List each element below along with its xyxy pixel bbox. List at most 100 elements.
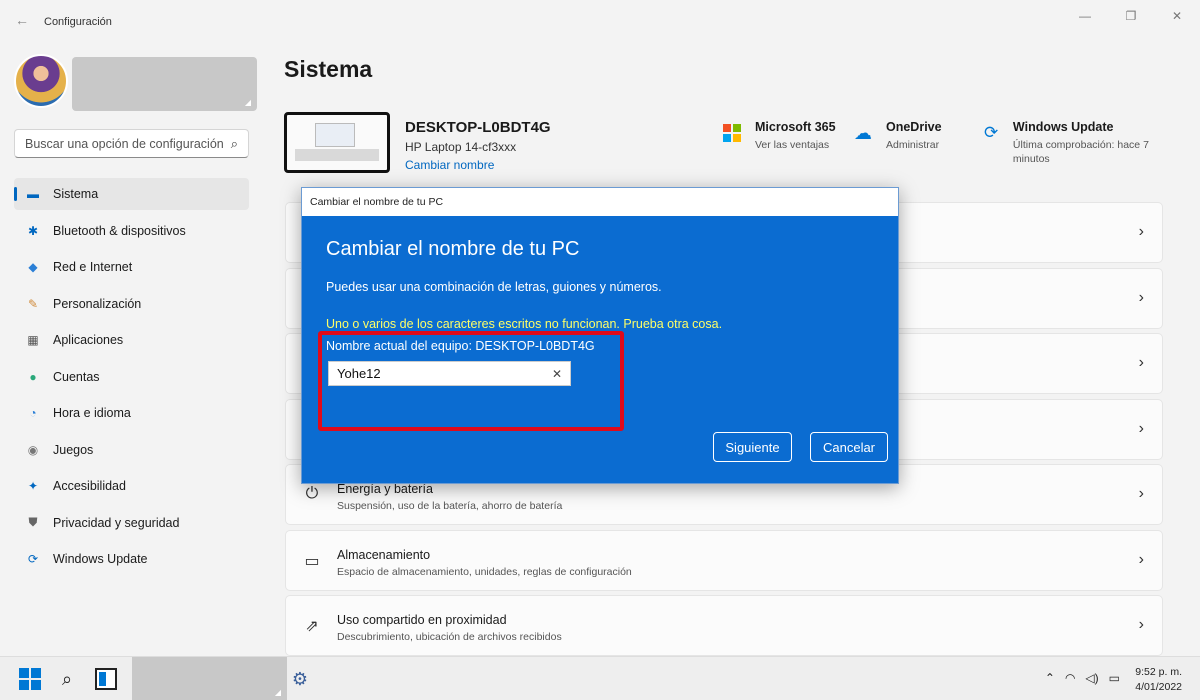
dialog-error-message: Uno o varios de los caracteres escritos … [326, 317, 723, 331]
bluetooth-icon: ✱ [27, 223, 39, 238]
person-icon: ● [29, 369, 37, 384]
sidebar-item-label: Accesibilidad [53, 479, 126, 493]
resize-grip-icon: ◢ [274, 688, 281, 697]
chevron-right-icon: › [1138, 616, 1144, 633]
close-icon[interactable]: ✕ [1154, 0, 1200, 32]
sidebar-item-accounts[interactable]: ● Cuentas [14, 361, 249, 393]
battery-icon[interactable]: ▭ [1109, 671, 1120, 685]
dialog-heading: Cambiar el nombre de tu PC [326, 238, 580, 260]
cloud-icon: ☁ [854, 123, 872, 143]
rename-link[interactable]: Cambiar nombre [405, 158, 494, 172]
clock-date: 4/01/2022 [1135, 681, 1182, 693]
power-icon: ⏻ [305, 485, 319, 502]
sidebar-item-network[interactable]: ◆ Red e Internet [14, 251, 249, 283]
device-model: HP Laptop 14-cf3xxx [405, 140, 517, 154]
sidebar-item-bluetooth[interactable]: ✱ Bluetooth & dispositivos [14, 215, 249, 247]
title-bar: ← Configuración — ❐ ✕ [0, 0, 1200, 44]
search-icon[interactable]: ⌕ [231, 136, 238, 152]
apps-icon: ▦ [27, 333, 39, 347]
highlight-annotation [318, 331, 624, 431]
wifi-icon: ◆ [28, 260, 38, 274]
quick-link-title: Microsoft 365 [755, 120, 836, 134]
update-icon: ⟳ [984, 123, 999, 142]
monitor-icon: ▬ [27, 187, 39, 201]
device-screen-shape [315, 123, 355, 147]
quick-link-microsoft365[interactable]: Microsoft 365 Ver las ventajas [723, 120, 836, 152]
sidebar-item-label: Cuentas [53, 369, 100, 384]
share-icon: ⇗ [305, 618, 319, 635]
card-subtitle: Suspensión, uso de la batería, ahorro de… [337, 500, 563, 512]
settings-gear-icon[interactable]: ⚙ [289, 668, 311, 690]
card-title: Almacenamiento [337, 547, 431, 562]
sidebar-item-sistema[interactable]: ▬ Sistema [14, 178, 249, 210]
storage-icon: ▭ [304, 552, 320, 570]
microsoft-logo-icon [723, 124, 745, 146]
taskbar: ⌕ ◢ ⚙ ⌃ ◠ ◁) ▭ 9:52 p. m. 4/01/2022 [0, 656, 1200, 700]
sidebar-item-label: Juegos [53, 442, 94, 457]
taskbar-apps-redacted[interactable]: ◢ [132, 657, 287, 700]
card-subtitle: Descubrimiento, ubicación de archivos re… [337, 631, 562, 643]
card-subtitle: Espacio de almacenamiento, unidades, reg… [337, 565, 632, 578]
sidebar-item-label: Sistema [53, 187, 99, 201]
sidebar-item-label: Personalización [53, 296, 142, 311]
maximize-icon[interactable]: ❐ [1108, 0, 1154, 32]
device-base-shape [295, 149, 379, 161]
quick-link-sub: Última comprobación: hace 7 minutos [1012, 139, 1149, 165]
device-name: DESKTOP-L0BDT4G [405, 119, 551, 136]
settings-card-storage[interactable]: ▭ Almacenamiento Espacio de almacenamien… [285, 529, 1163, 591]
accessibility-icon: ✦ [27, 479, 39, 493]
quick-link-onedrive[interactable]: ☁ OneDrive Administrar [854, 120, 942, 152]
sidebar-nav: ▬ Sistema ✱ Bluetooth & dispositivos ◆ R… [14, 178, 249, 580]
chevron-up-icon[interactable]: ⌃ [1045, 671, 1055, 685]
chevron-right-icon: › [1138, 485, 1144, 502]
start-icon[interactable] [19, 668, 41, 690]
quick-link-sub: Ver las ventajas [755, 139, 830, 151]
brush-icon: ✎ [27, 296, 39, 311]
back-arrow-icon[interactable]: ← [12, 12, 32, 28]
cancel-button[interactable]: Cancelar [810, 432, 888, 462]
resize-grip-icon: ◢ [244, 98, 251, 107]
minimize-icon[interactable]: — [1062, 0, 1108, 32]
sidebar-item-label: Red e Internet [53, 260, 133, 274]
profile-avatar-wrapper [14, 54, 68, 108]
chevron-right-icon: › [1138, 354, 1144, 371]
sidebar-item-windows-update[interactable]: ⟳ Windows Update [14, 543, 249, 575]
gamepad-icon: ◉ [27, 442, 39, 457]
quick-link-sub: Administrar [886, 139, 940, 151]
settings-card-nearby-sharing[interactable]: ⇗ Uso compartido en proximidad Descubrim… [285, 595, 1163, 656]
update-icon: ⟳ [27, 552, 39, 566]
window-controls: — ❐ ✕ [1062, 0, 1200, 32]
chevron-right-icon: › [1138, 223, 1144, 240]
wifi-icon[interactable]: ◠ [1065, 671, 1075, 685]
volume-icon[interactable]: ◁) [1085, 671, 1098, 685]
device-image [284, 112, 390, 173]
quick-link-windows-update[interactable]: ⟳ Windows Update Última comprobación: ha… [984, 120, 1164, 166]
sidebar-item-label: Bluetooth & dispositivos [53, 223, 186, 238]
search-box[interactable]: Buscar una opción de configuración ⌕ [14, 129, 249, 158]
profile-info-redacted[interactable]: ◢ [72, 57, 257, 111]
chevron-right-icon: › [1138, 419, 1144, 437]
sidebar-item-time-language[interactable]: ◔ Hora e idioma [14, 397, 249, 429]
search-input[interactable]: Buscar una opción de configuración [25, 137, 231, 151]
globe-clock-icon: ◔ [29, 406, 37, 420]
system-tray: ⌃ ◠ ◁) ▭ [1045, 671, 1120, 685]
card-title: Energía y batería [337, 482, 433, 496]
clock[interactable]: 9:52 p. m. 4/01/2022 [1135, 665, 1182, 695]
sidebar-item-gaming[interactable]: ◉ Juegos [14, 434, 249, 466]
rename-pc-dialog: Cambiar el nombre de tu PC Cambiar el no… [301, 187, 899, 484]
avatar[interactable] [14, 54, 68, 108]
sidebar-item-label: Hora e idioma [53, 406, 131, 420]
sidebar-item-apps[interactable]: ▦ Aplicaciones [14, 324, 249, 356]
next-button[interactable]: Siguiente [713, 432, 792, 462]
shield-icon: ⛊ [28, 515, 38, 529]
quick-link-title: Windows Update [1012, 120, 1114, 134]
sidebar-item-privacy[interactable]: ⛊ Privacidad y seguridad [14, 507, 249, 539]
sidebar-item-label: Privacidad y seguridad [53, 515, 180, 530]
app-title: Configuración [44, 16, 112, 28]
taskbar-search-icon[interactable]: ⌕ [56, 668, 78, 690]
chevron-right-icon: › [1138, 550, 1144, 568]
sidebar-item-personalization[interactable]: ✎ Personalización [14, 288, 249, 320]
sidebar-item-accessibility[interactable]: ✦ Accesibilidad [14, 470, 249, 502]
task-view-icon[interactable] [95, 668, 117, 690]
card-title: Uso compartido en proximidad [337, 613, 507, 627]
